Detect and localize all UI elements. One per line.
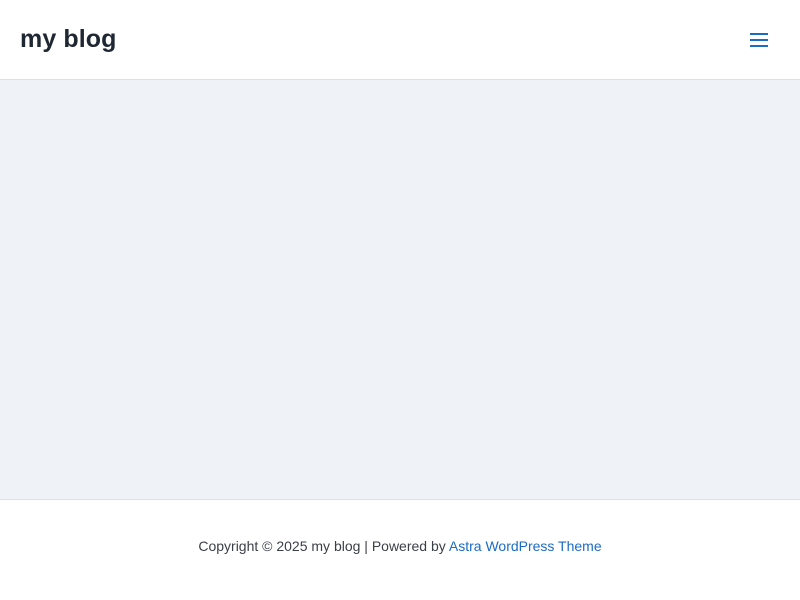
main-content-area	[0, 80, 800, 499]
hamburger-menu-icon	[750, 33, 768, 47]
copyright-text: Copyright © 2025 my blog | Powered by	[198, 538, 449, 554]
page: my blog Copyright © 2025 my blog | Power…	[0, 0, 800, 600]
site-header: my blog	[0, 0, 800, 80]
menu-toggle-button[interactable]	[744, 25, 774, 55]
theme-link[interactable]: Astra WordPress Theme	[449, 538, 602, 554]
footer-copyright: Copyright © 2025 my blog | Powered by As…	[0, 536, 800, 556]
site-title[interactable]: my blog	[20, 22, 117, 56]
site-footer: Copyright © 2025 my blog | Powered by As…	[0, 499, 800, 600]
